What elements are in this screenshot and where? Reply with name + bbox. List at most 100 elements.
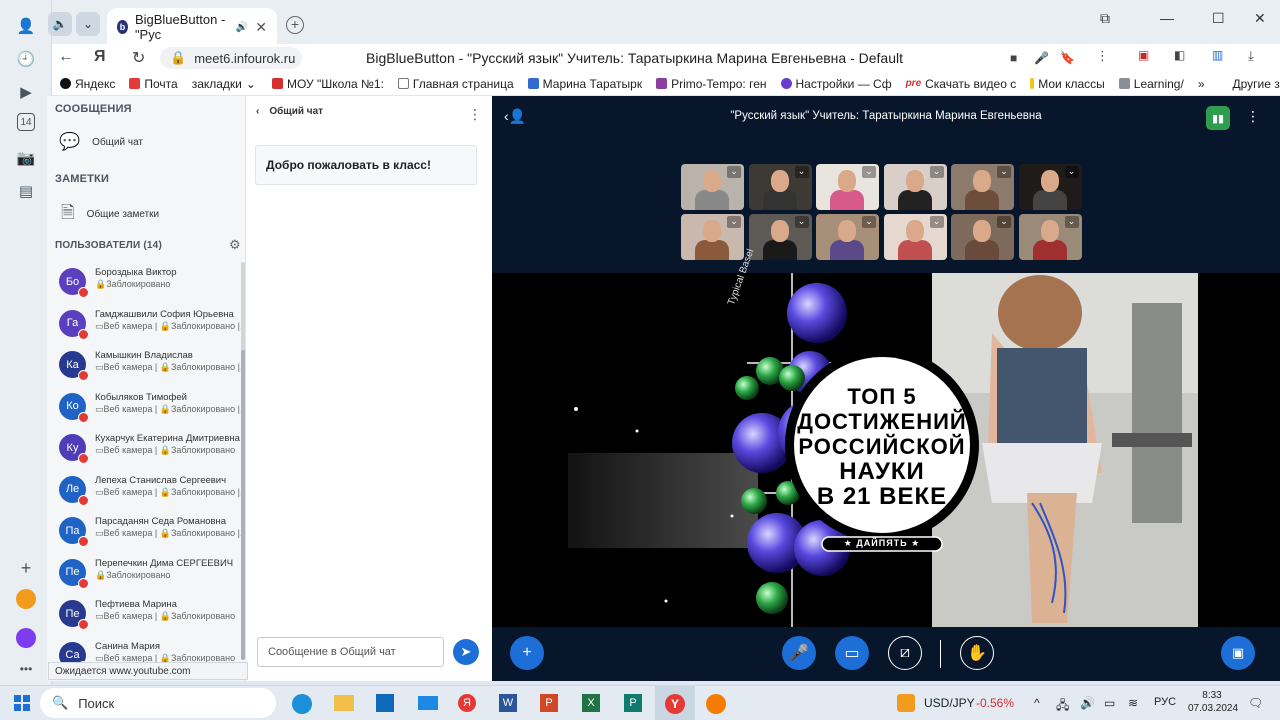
tray-chevron-up-icon[interactable]: ^ — [1034, 696, 1040, 710]
webcam-thumbnail[interactable]: ⌄ — [1018, 214, 1082, 260]
chevron-down-icon[interactable]: ⌄ — [727, 166, 741, 178]
collections-icon[interactable]: ▤ — [14, 179, 38, 203]
minimize-button[interactable]: — — [1160, 10, 1174, 26]
more-icon[interactable]: ••• — [14, 657, 38, 681]
close-window-button[interactable]: ✕ — [1254, 10, 1266, 27]
connection-status-icon[interactable]: ▮▮ — [1206, 106, 1230, 130]
publisher-taskbar-icon[interactable]: P — [624, 694, 642, 712]
doc-extension-icon[interactable]: ▥ — [1212, 48, 1223, 62]
store-taskbar-icon[interactable] — [376, 694, 394, 712]
webcam-thumbnail[interactable]: ⌄ — [681, 164, 744, 210]
bookmark-item[interactable]: Почта — [129, 77, 178, 91]
ticker-icon[interactable] — [897, 694, 915, 712]
bookmark-item[interactable]: pre Скачать видео с — [906, 77, 1017, 91]
url-field[interactable]: 🔒 meet6.infourok.ru — [160, 47, 302, 69]
bookmark-item[interactable]: Мои классы — [1030, 77, 1105, 91]
public-chat-link[interactable]: 💬 Общий чат — [59, 132, 143, 152]
close-tab-icon[interactable]: ✕ — [255, 19, 267, 36]
chat-message-input[interactable]: Сообщение в Общий чат — [257, 637, 444, 667]
user-list-item[interactable]: Бо Бороздыка Виктор 🔒Заблокировано — [59, 266, 239, 306]
webcam-thumbnail[interactable]: ⌄ — [681, 214, 744, 260]
bookmark-item[interactable]: Марина Таратырк — [527, 77, 642, 91]
yandex-browser-taskbar-icon[interactable]: Y — [665, 694, 685, 714]
tab-audio-icon[interactable]: 🔊 — [236, 22, 248, 33]
wifi-icon[interactable]: ≋ — [1128, 696, 1138, 710]
webcam-thumbnail[interactable]: ⌄ — [883, 164, 947, 210]
add-panel-icon[interactable]: + — [14, 556, 38, 580]
bookmark-item[interactable]: Learning/ — [1118, 77, 1184, 91]
alice-icon[interactable] — [16, 628, 36, 648]
chevron-down-icon[interactable]: ⌄ — [862, 166, 876, 178]
chevron-down-icon[interactable]: ⌄ — [997, 216, 1011, 228]
user-list-item[interactable]: Ку Кухарчук Екатерина Дмитриевна ▭Веб каме… — [59, 432, 240, 472]
chevron-down-icon[interactable]: ⌄ — [794, 216, 809, 228]
raise-hand-button[interactable]: ✋ — [960, 636, 994, 670]
webcam-thumbnail[interactable]: ⌄ — [1018, 164, 1082, 210]
calendar-icon[interactable]: 14 — [17, 113, 35, 131]
volume-icon[interactable]: 🔊 — [1080, 696, 1095, 710]
presentation-toggle-button[interactable]: ▣ — [1221, 636, 1255, 670]
chevron-left-icon[interactable]: ‹ — [256, 106, 259, 117]
user-list-item[interactable]: Ко Кобыляков Тимофей ▭Веб камера | 🔒Заблок… — [59, 391, 245, 431]
screenshare-button[interactable]: ⧄ — [888, 636, 922, 670]
user-list-item[interactable]: Пе Перепечкин Дима СЕРГЕЕВИЧ 🔒Заблокирован… — [59, 557, 239, 597]
powerpoint-taskbar-icon[interactable]: P — [540, 694, 558, 712]
webcam-thumbnail[interactable]: ⌄ — [748, 214, 812, 260]
word-taskbar-icon[interactable]: W — [499, 694, 517, 712]
tabs-overview-icon[interactable]: ⧉ — [1100, 10, 1110, 27]
network-icon[interactable]: 🖧 — [1056, 696, 1069, 717]
bookmark-item[interactable]: Главная страница — [397, 77, 514, 91]
chevron-down-icon[interactable]: ⌄ — [1064, 166, 1079, 178]
games-icon[interactable] — [16, 589, 36, 609]
camera-indicator-icon[interactable]: ■ — [1010, 51, 1017, 65]
chevron-down-icon[interactable]: ⌄ — [1064, 216, 1079, 228]
history-icon[interactable]: 🕘 — [14, 47, 38, 71]
meeting-options-icon[interactable]: ⋮ — [1246, 108, 1260, 125]
notifications-icon[interactable]: 🗨 — [1248, 696, 1263, 710]
webcam-thumbnail[interactable]: ⌄ — [951, 164, 1014, 210]
explorer-taskbar-icon[interactable] — [334, 695, 354, 711]
clock[interactable]: 8:33 07.03.2024 — [1188, 689, 1238, 715]
media-icon[interactable]: ▶ — [14, 80, 38, 104]
shared-notes-link[interactable]: 🗎 Общие заметки — [61, 200, 159, 229]
microphone-button[interactable]: 🎤 — [782, 636, 816, 670]
other-bookmarks[interactable]: Другие закладки⌄ — [1233, 77, 1280, 91]
download-icon[interactable]: ⤓ — [1248, 48, 1254, 64]
chevron-down-icon[interactable]: ⌄ — [929, 216, 944, 228]
webcam-thumbnail[interactable]: ⌄ — [883, 214, 947, 260]
user-list-item[interactable]: Ле Лепеха Станислав Сергеевич ▭Веб камера … — [59, 474, 245, 514]
windows-start-icon[interactable] — [14, 695, 30, 711]
yandex-home-icon[interactable]: Я — [94, 48, 106, 66]
webcam-thumbnail[interactable]: ⌄ — [951, 214, 1014, 260]
reload-icon[interactable]: ↻ — [132, 48, 145, 68]
webcam-button[interactable]: ▭ — [835, 636, 869, 670]
chevron-down-icon[interactable]: ⌄ — [997, 166, 1011, 178]
chevron-down-icon[interactable]: ⌄ — [929, 166, 944, 178]
user-list-item[interactable]: Га Гамджашвили София Юрьевна ▭Веб камера |… — [59, 308, 245, 348]
sound-icon[interactable]: 🔈 — [48, 12, 72, 36]
excel-taskbar-icon[interactable]: X — [582, 694, 600, 712]
bookmark-item[interactable]: Настройки — Сф — [780, 77, 892, 91]
bookmark-folder[interactable]: закладки ⌄ — [192, 77, 256, 91]
chevron-down-icon[interactable]: ⌄ — [727, 216, 741, 228]
shared-video[interactable]: Typical Basel ТОП 5 ДОСТИЖЕНИЙ РОССИЙСКО… — [492, 248, 1280, 627]
mail-taskbar-icon[interactable] — [418, 696, 438, 710]
bookmark-icon[interactable]: 🔖 — [1060, 51, 1075, 65]
webcam-thumbnail[interactable]: ⌄ — [816, 164, 879, 210]
profile-icon[interactable]: 👤 — [14, 14, 38, 38]
webcam-thumbnail[interactable]: ⌄ — [816, 214, 879, 260]
users-settings-gear-icon[interactable]: ⚙ — [229, 237, 241, 253]
mic-indicator-icon[interactable]: 🎤 — [1034, 51, 1049, 65]
battery-icon[interactable]: ▭ — [1104, 696, 1115, 710]
bookmark-item[interactable]: МОУ "Школа №1: — [271, 77, 384, 91]
user-list-item[interactable]: Пе Пефтиева Марина ▭Веб камера | 🔒Заблокир… — [59, 598, 239, 638]
user-list-item[interactable]: Ка Камышкин Владислав ▭Веб камера | 🔒Забло… — [59, 349, 245, 389]
actions-plus-button[interactable]: + — [510, 636, 544, 670]
webcam-thumbnail[interactable]: ⌄ — [748, 164, 812, 210]
user-list-item[interactable]: Па Парсаданян Седа Романовна ▭Веб камера |… — [59, 515, 245, 555]
language-indicator[interactable]: РУС — [1154, 696, 1176, 708]
bookmark-item[interactable]: Яндекс — [60, 77, 115, 91]
chevron-down-icon[interactable]: ⌄ — [794, 166, 809, 178]
edge-taskbar-icon[interactable] — [292, 694, 312, 714]
taskbar-search[interactable]: 🔍 Поиск — [40, 688, 276, 718]
